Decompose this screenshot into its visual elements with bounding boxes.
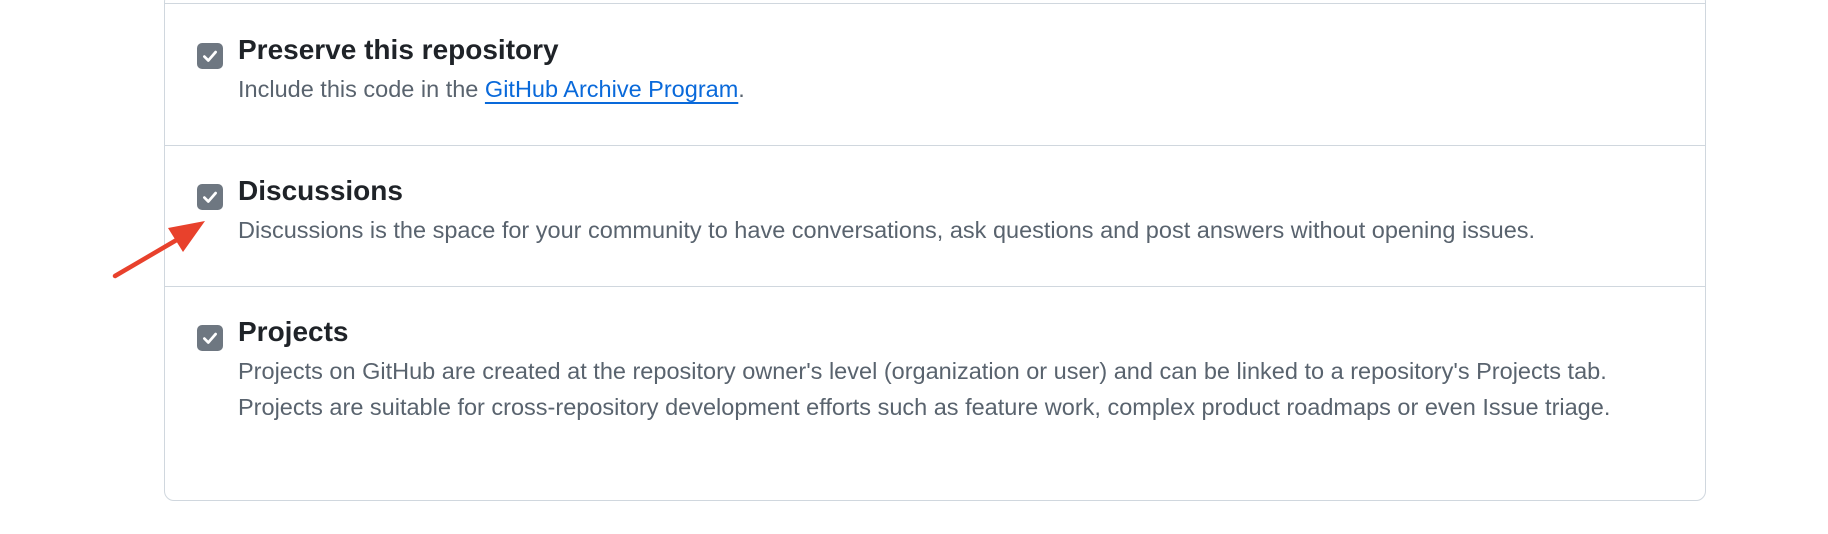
setting-title: Preserve this repository bbox=[238, 34, 559, 65]
discussions-checkbox[interactable] bbox=[197, 184, 223, 210]
features-settings-panel: Preserve this repository Include this co… bbox=[164, 0, 1706, 501]
setting-title: Discussions bbox=[238, 175, 403, 206]
description-text-end: . bbox=[738, 76, 745, 102]
projects-checkbox[interactable] bbox=[197, 325, 223, 351]
divider bbox=[165, 3, 1705, 4]
divider bbox=[165, 286, 1705, 287]
preserve-repository-checkbox[interactable] bbox=[197, 43, 223, 69]
divider bbox=[165, 145, 1705, 146]
setting-description: Include this code in the GitHub Archive … bbox=[238, 71, 1698, 107]
red-arrow-icon bbox=[112, 221, 205, 279]
setting-description: Discussions is the space for your commun… bbox=[238, 217, 1536, 243]
checkmark-icon bbox=[203, 332, 217, 344]
setting-description: Projects on GitHub are created at the re… bbox=[238, 358, 1611, 420]
github-archive-program-link[interactable]: GitHub Archive Program bbox=[485, 76, 738, 102]
setting-title: Projects bbox=[238, 316, 349, 347]
description-text: Include this code in the bbox=[238, 76, 485, 102]
checkmark-icon bbox=[203, 191, 217, 203]
checkmark-icon bbox=[203, 50, 217, 62]
